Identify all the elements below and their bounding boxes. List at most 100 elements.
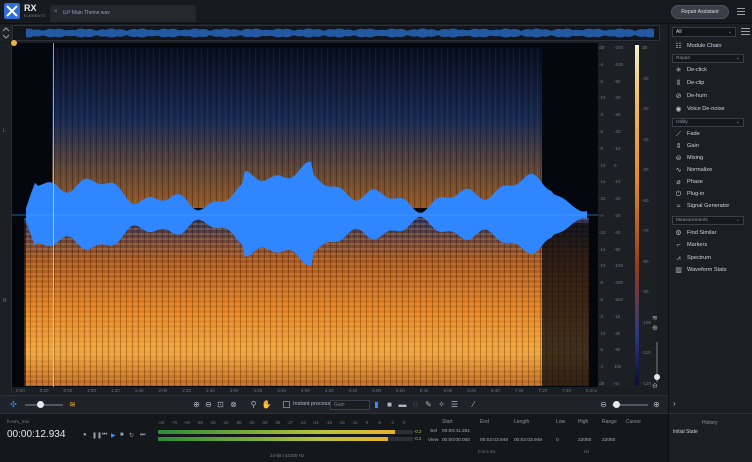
db-tick-label: -60	[642, 197, 649, 203]
draw-icon[interactable]: ⁄	[468, 399, 479, 410]
view-end-value[interactable]: 00:02:03.949	[480, 438, 508, 443]
spectrogram-svg	[12, 43, 598, 387]
module-item-voice-de-noise[interactable]: ◉ Voice De-noise	[672, 104, 750, 115]
brush-icon[interactable]: ✎	[423, 399, 434, 410]
module-item-find-similar[interactable]: ⚙ Find Similar	[672, 228, 750, 239]
module-label: Phase	[687, 179, 703, 185]
amplitude-tick-label: -6	[599, 129, 604, 134]
section-repair[interactable]: Repair ⌄	[672, 54, 744, 63]
app-edition: ELEMENTS	[24, 14, 46, 18]
skip-back-icon[interactable]: ⏮	[102, 432, 107, 439]
time-selection-icon[interactable]: ▮	[371, 399, 382, 410]
transport-panel: ft.mrx_mix 00:00:12.934 ● ❚❚ ⏮ ▶ ■ ↻ ⏭ -…	[0, 413, 668, 462]
file-tab[interactable]: × ILP Main Theme.wav	[50, 5, 196, 22]
playhead-marker-icon[interactable]	[11, 40, 17, 46]
expand-panel-icon[interactable]: ›	[673, 399, 676, 408]
instant-process-label: Instant process	[293, 401, 331, 407]
module-item-plug-in[interactable]: ⏻ Plug-in	[672, 189, 750, 200]
history-item[interactable]: Initial State	[673, 429, 698, 435]
time-frequency-selection-icon[interactable]: ▬	[397, 399, 408, 410]
spectrogram-view-icon[interactable]: ≋	[67, 399, 78, 410]
instant-process-mode-select[interactable]: Gain	[330, 400, 370, 410]
play-icon[interactable]: ▶	[111, 432, 116, 439]
sel-start-value[interactable]: 00:00:41.251	[442, 429, 470, 434]
frequency-selection-icon[interactable]: ■	[384, 399, 395, 410]
chevron-down-icon: ⌄	[727, 29, 732, 35]
module-item-signal-generator[interactable]: ≈ Signal Generator	[672, 201, 750, 212]
module-label: Fade	[687, 131, 700, 137]
playhead-cursor[interactable]	[53, 43, 54, 387]
repair-assistant-button[interactable]: Repair Assistant	[671, 5, 729, 19]
close-tab-icon[interactable]: ×	[54, 9, 58, 15]
timecode-display[interactable]: 00:00:12.934	[7, 429, 65, 440]
module-item-normalize[interactable]: ∿ Normalize	[672, 165, 750, 176]
loop-icon[interactable]: ↻	[129, 432, 134, 439]
module-filter-value: All	[676, 29, 682, 35]
frequency-tick-label: -50	[614, 78, 621, 84]
module-filter-select[interactable]: All ⌄	[672, 27, 736, 37]
harmonics-icon[interactable]: ☰	[449, 399, 460, 410]
view-range-value[interactable]: 22050	[602, 438, 615, 443]
section-measurements[interactable]: Measurements ⌄	[672, 216, 744, 225]
hand-tool-icon[interactable]: ✋	[261, 399, 272, 410]
section-utility[interactable]: Utility ⌄	[672, 118, 744, 127]
waveform-view-icon[interactable]: ✣	[8, 399, 19, 410]
pause-icon[interactable]: ❚❚	[92, 432, 102, 439]
module-item-fade[interactable]: ⟋ Fade	[672, 129, 750, 140]
view-length-value[interactable]: 00:02:03.949	[514, 438, 542, 443]
module-item-de-click[interactable]: ✳ De-click	[672, 65, 750, 76]
menu-icon[interactable]	[737, 8, 745, 15]
amplitude-tick-label: -6	[599, 347, 604, 353]
zoom-in-vertical-icon[interactable]: ⊕	[652, 324, 658, 332]
instant-process-checkbox[interactable]	[283, 401, 290, 408]
lasso-icon[interactable]: ◌	[410, 399, 421, 410]
zoom-selection-icon[interactable]: ⊡	[215, 399, 226, 410]
col-length-header: Length	[514, 419, 530, 425]
zoom-in-icon[interactable]: ⊕	[191, 399, 202, 410]
module-item-phase[interactable]: ⌀ Phase	[672, 177, 750, 188]
meter-scale-label: -9	[364, 420, 369, 425]
spectrogram-blend-slider[interactable]	[25, 404, 63, 406]
module-item-de-clip[interactable]: ⫴ De-clip	[672, 78, 750, 89]
magic-wand-icon[interactable]: ✧	[436, 399, 447, 410]
zoom-fit-horizontal-icon[interactable]: ⊗	[228, 399, 239, 410]
view-high-value[interactable]: 22050	[578, 438, 591, 443]
vertical-zoom-knob[interactable]	[654, 374, 660, 380]
horizontal-zoom-out-icon[interactable]: ⊖	[598, 399, 609, 410]
zoom-out-vertical-icon[interactable]: ⊖	[652, 382, 658, 390]
stop-icon[interactable]: ■	[120, 432, 124, 438]
record-icon[interactable]: ●	[83, 432, 87, 438]
module-item-de-hum[interactable]: ⊘ De-hum	[672, 91, 750, 102]
module-item-gain[interactable]: ⇕ Gain	[672, 141, 750, 152]
time-ruler: 0:00 0:20 0:40 1:00 1:20 1:40 2:00 2:20 2:40 3:00…	[12, 387, 598, 395]
meter-scale-label: -21	[312, 420, 319, 425]
skip-forward-icon[interactable]: ⏭	[140, 432, 145, 439]
module-item-waveform-stats[interactable]: ▥ Waveform Stats	[672, 265, 750, 276]
module-chain-item[interactable]: ☷ Module Chain	[672, 41, 750, 52]
col-cursor-header: Cursor	[626, 419, 642, 425]
zoom-tool-icon[interactable]: ⚲	[248, 399, 259, 410]
meter-scale-label: -39	[235, 420, 242, 425]
spectrogram-blend-knob[interactable]	[37, 401, 44, 408]
zoom-out-icon[interactable]: ⊖	[203, 399, 214, 410]
spectrogram-display[interactable]	[12, 43, 598, 387]
overview-waveform[interactable]	[12, 25, 660, 41]
horizontal-zoom-in-icon[interactable]: ⊕	[651, 399, 662, 410]
list-view-icon[interactable]	[741, 28, 750, 36]
meter-scale-label: -42	[222, 420, 229, 425]
zoom-fit-icon[interactable]: ≋	[652, 314, 658, 322]
module-item-markers[interactable]: ⌐ Markers	[672, 240, 750, 251]
horizontal-zoom-knob[interactable]	[613, 401, 620, 408]
module-item-mixing[interactable]: ⊜ Mixing	[672, 153, 750, 164]
time-tick-label: 1:40	[134, 388, 144, 393]
vertical-zoom-controls[interactable]: ≋ ⊕ ⊖	[650, 312, 664, 392]
module-item-spectrum[interactable]: ⩘ Spectrum	[672, 253, 750, 264]
view-low-value[interactable]: 0	[556, 438, 559, 443]
signal-generator-icon: ≈	[676, 203, 681, 210]
overview-toggle[interactable]	[0, 25, 12, 41]
module-panel: All ⌄ ☷ Module Chain Repair ⌄ ✳ De-click…	[668, 24, 752, 413]
view-start-value[interactable]: 00:00:00.000	[442, 438, 470, 443]
expand-vertical-icon[interactable]	[0, 25, 12, 41]
channel-label-right: R	[3, 298, 7, 304]
amplitude-tick-label: -3	[599, 112, 604, 118]
